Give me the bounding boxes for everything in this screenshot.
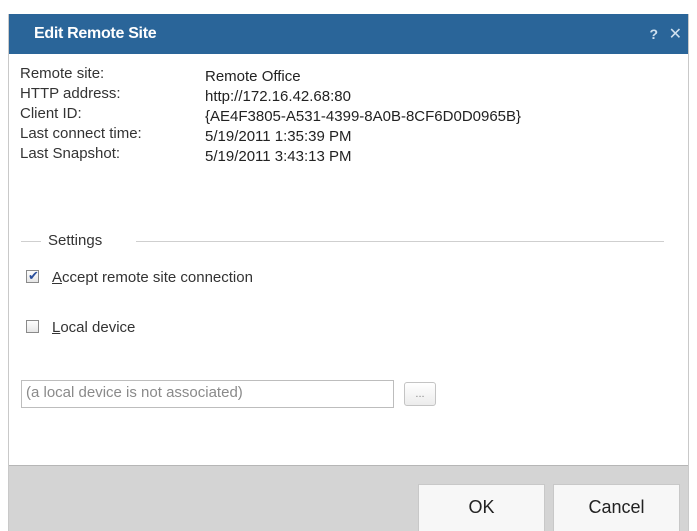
settings-group-header: Settings <box>21 231 664 251</box>
cancel-button[interactable]: Cancel <box>553 484 680 531</box>
dialog-title: Edit Remote Site <box>34 25 157 42</box>
local-device-checkbox-box[interactable] <box>26 320 39 333</box>
ok-button[interactable]: OK <box>418 484 545 531</box>
settings-divider-right <box>136 241 664 242</box>
http-address-value: http://172.16.42.68:80 <box>205 88 351 105</box>
last-connect-time-value: 5/19/2011 1:35:39 PM <box>205 128 352 145</box>
accept-connection-checkbox-box[interactable]: ✔ <box>26 268 39 283</box>
remote-site-value: Remote Office <box>205 68 301 85</box>
last-connect-time-label: Last connect time: <box>20 125 142 142</box>
help-icon[interactable]: ? <box>649 26 658 42</box>
http-address-label: HTTP address: <box>20 85 121 102</box>
accept-connection-label[interactable]: Accept remote site connection <box>52 269 253 286</box>
last-snapshot-value: 5/19/2011 3:43:13 PM <box>205 148 352 165</box>
client-id-value: {AE4F3805-A531-4399-8A0B-8CF6D0D0965B} <box>205 108 522 125</box>
settings-legend: Settings <box>48 232 103 249</box>
dialog-footer: OK Cancel <box>9 465 688 531</box>
close-icon[interactable]: ✕ <box>669 24 682 44</box>
edit-remote-site-dialog: Edit Remote Site ? ✕ Remote site: Remote… <box>8 14 689 531</box>
browse-device-button[interactable]: ... <box>404 382 436 406</box>
accept-mnemonic: A <box>52 269 63 286</box>
remote-site-label: Remote site: <box>20 65 105 82</box>
checkmark-icon: ✔ <box>28 268 39 283</box>
local-device-label-rest: ocal device <box>60 319 136 336</box>
dialog-titlebar: Edit Remote Site ? ✕ <box>9 14 688 54</box>
settings-divider-left <box>21 241 41 242</box>
last-snapshot-label: Last Snapshot: <box>20 145 121 162</box>
accept-label-rest: ccept remote site connection <box>62 269 253 286</box>
local-device-label[interactable]: Local device <box>52 319 135 336</box>
local-device-field[interactable]: (a local device is not associated) <box>21 380 394 408</box>
client-id-label: Client ID: <box>20 105 82 122</box>
